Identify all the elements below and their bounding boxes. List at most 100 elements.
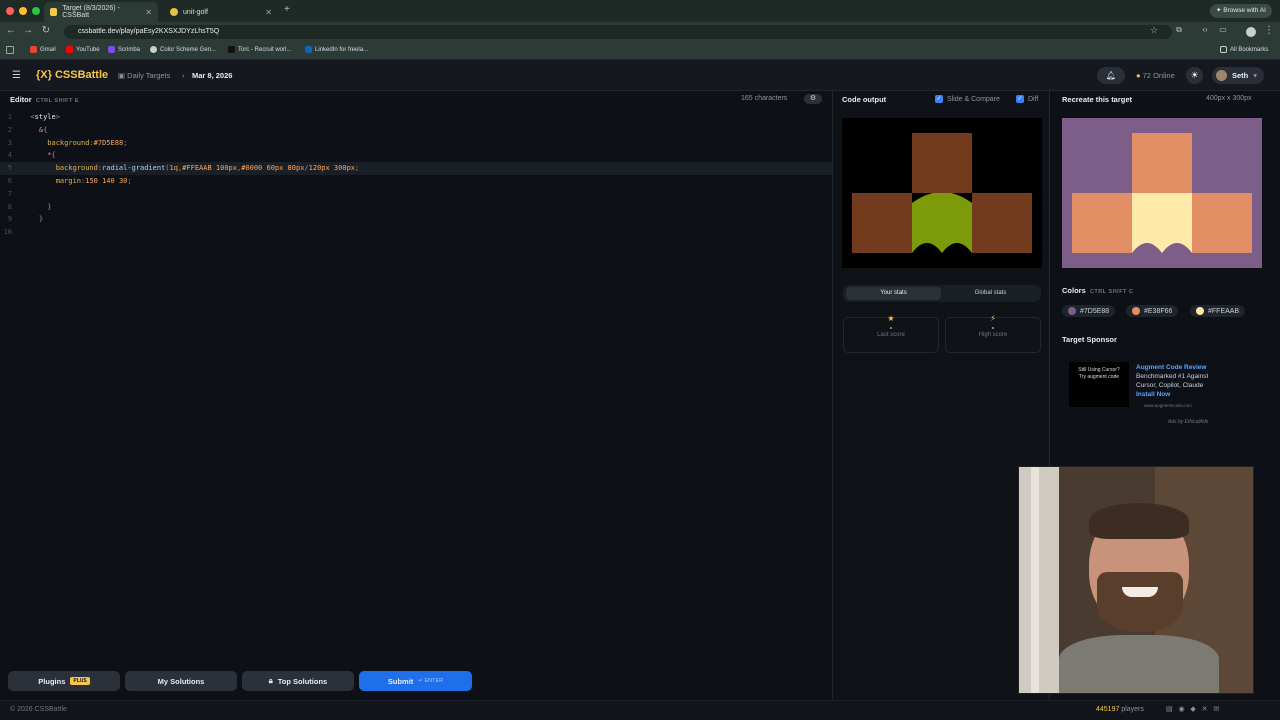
plugins-button[interactable]: Plugins PLUS [8,671,120,691]
line-number: 3 [7,138,12,147]
line-number: 8 [7,202,12,211]
output-right-block [972,193,1032,253]
extensions-icon[interactable]: ⧉ [1172,25,1186,35]
bookmark-label: LinkedIn for freela... [315,46,369,53]
code-line: 8 } [0,201,832,214]
notifications-bell-icon[interactable]: 🔔︎ [1097,67,1125,84]
online-count: ● 72 Online [1136,71,1175,80]
color-swatch-2[interactable]: #E38F66 [1126,305,1179,317]
gmail-icon [30,46,37,53]
forward-icon[interactable]: → [21,25,35,36]
x-twitter-icon[interactable]: ✕ [1202,706,1208,713]
sponsor-cta-link[interactable]: Install Now [1136,391,1170,398]
cast-icon[interactable]: ▭ [1216,25,1230,34]
code-editor[interactable]: 1 < style > 2 &{ 3 background: #7D5E88; 4 *… [0,111,832,239]
close-window-icon[interactable] [6,7,14,15]
apps-grid-icon[interactable] [6,46,14,54]
editor-settings-gear-icon[interactable]: ⚙ [804,94,822,104]
target-canvas[interactable] [1062,118,1262,268]
code-line: 1 < style > [0,111,832,124]
chevron-right-icon: › [182,71,185,80]
back-icon[interactable]: ← [4,25,18,36]
bookmark-gmail[interactable]: Gmail [30,46,56,53]
submit-button[interactable]: Submit ↵ ENTER [359,671,472,691]
browser-tab-cssbattle[interactable]: Target (8/3/2026) - CSSBatt ✕ [44,2,158,22]
footer-social-icons: ▤ ◉ ◆ ✕ ✉ [1166,705,1219,713]
url-input[interactable]: cssbattle.dev/play/paEsy2KXSXJDYzLhsT5Q [64,25,1172,39]
high-score-card: ⚡︎ - High score [945,314,1041,353]
bookmark-scrimba[interactable]: Scrimba [108,46,140,53]
hamburger-menu-icon[interactable]: ☰ [12,70,21,81]
diff-label: Diff [1028,95,1039,103]
sponsor-text[interactable]: Augment Code Review Benchmarked #1 Again… [1136,363,1220,399]
color-swatch-1[interactable]: #7D5E88 [1062,305,1116,317]
bluesky-icon[interactable]: ◆ [1190,706,1195,713]
bookmark-star-icon[interactable]: ☆ [1147,25,1161,36]
discord-icon[interactable]: ◉ [1178,706,1184,713]
sponsor-url: www.augmentcode.com [1144,403,1192,408]
my-solutions-button[interactable]: My Solutions [125,671,237,691]
code-output-canvas[interactable] [842,118,1042,268]
profile-avatar-icon[interactable] [1246,27,1256,37]
maximize-window-icon[interactable] [32,7,40,15]
line-number: 4 [7,151,12,160]
output-left-block [852,193,912,253]
sponsor-image-line: Try augment code [1078,374,1120,380]
last-score-value: - [889,323,893,332]
line-number: 10 [3,228,12,237]
chevron-down-icon: ▾ [1253,71,1258,80]
bookmark-torc[interactable]: Torc - Recruit worl... [228,46,291,53]
close-tab-icon[interactable]: ✕ [265,8,272,17]
new-tab-icon[interactable]: + [284,4,290,15]
high-score-label: High score [978,332,1008,338]
close-tab-icon[interactable]: ✕ [145,8,152,17]
code-line: 2 &{ [0,124,832,137]
cssbattle-favicon-icon [50,8,58,16]
unit-golf-favicon-icon [170,8,178,16]
newsletter-icon[interactable]: ▤ [1166,706,1173,713]
devtools-icon[interactable]: ‹› [1198,25,1212,34]
submit-shortcut: ↵ ENTER [418,678,444,684]
user-name: Seth [1232,71,1249,80]
slide-compare-toggle[interactable]: ✓ Slide & Compare [935,95,1000,103]
online-number: 72 [1142,71,1151,80]
breadcrumb-label: Daily Targets [127,71,171,80]
bookmark-color-scheme[interactable]: Color Scheme Gen... [150,46,216,53]
cssbattle-logo[interactable]: {X} CSSBattle [36,69,108,81]
user-menu[interactable]: Seth ▾ [1212,67,1264,84]
submit-hint: ENTER [424,678,444,684]
email-icon[interactable]: ✉ [1213,706,1219,713]
line-number: 9 [7,215,12,224]
tab-global-stats[interactable]: Global stats [943,287,1038,300]
high-score-value: - [991,323,995,332]
scrimba-icon [108,46,115,53]
copyright: © 2026 CSSBattle [10,706,67,713]
browser-menu-icon[interactable]: ⋮ [1262,25,1276,36]
sponsor-image-line: Still Using Cursor? [1078,367,1120,373]
color-swatch-3[interactable]: #FFEAAB [1190,305,1246,317]
minimize-window-icon[interactable] [19,7,27,15]
last-score-card: ★ - Last score [843,314,939,353]
bookmark-linkedin[interactable]: LinkedIn for freela... [305,46,368,53]
top-solutions-button[interactable]: 🔒︎ Top Solutions [242,671,354,691]
all-bookmarks[interactable]: All Bookmarks [1220,46,1268,53]
ethicalads-credit[interactable]: Ads by EthicalAds [1168,419,1208,425]
sponsor-image[interactable]: Still Using Cursor? Try augment code [1069,362,1129,407]
breadcrumb-daily-targets[interactable]: ▣ Daily Targets [118,71,170,80]
code-output-title: Code output [842,95,887,104]
reload-icon[interactable]: ↻ [39,25,53,36]
webcam-hair [1089,503,1189,539]
browse-with-ai-button[interactable]: ✦ Browse with AI [1210,4,1272,18]
target-size: 400px x 300px [1206,95,1252,102]
sponsor-name-link[interactable]: Augment Code Review [1136,364,1206,371]
tab-your-stats[interactable]: Your stats [846,287,941,300]
diff-toggle[interactable]: ✓ Diff [1016,95,1038,103]
bookmark-youtube[interactable]: YouTube [66,46,100,53]
torc-icon [228,46,235,53]
output-top-block [912,133,972,193]
webcam-curtain [1019,467,1059,693]
browser-tab-unit-golf[interactable]: unit-golf ✕ [164,2,278,22]
webcam-shirt [1059,635,1219,693]
theme-toggle-sun-icon[interactable]: ☀ [1186,67,1203,84]
code-line-active: 5 background: radial-gradient(1q, #FFEAAB … [0,162,832,175]
